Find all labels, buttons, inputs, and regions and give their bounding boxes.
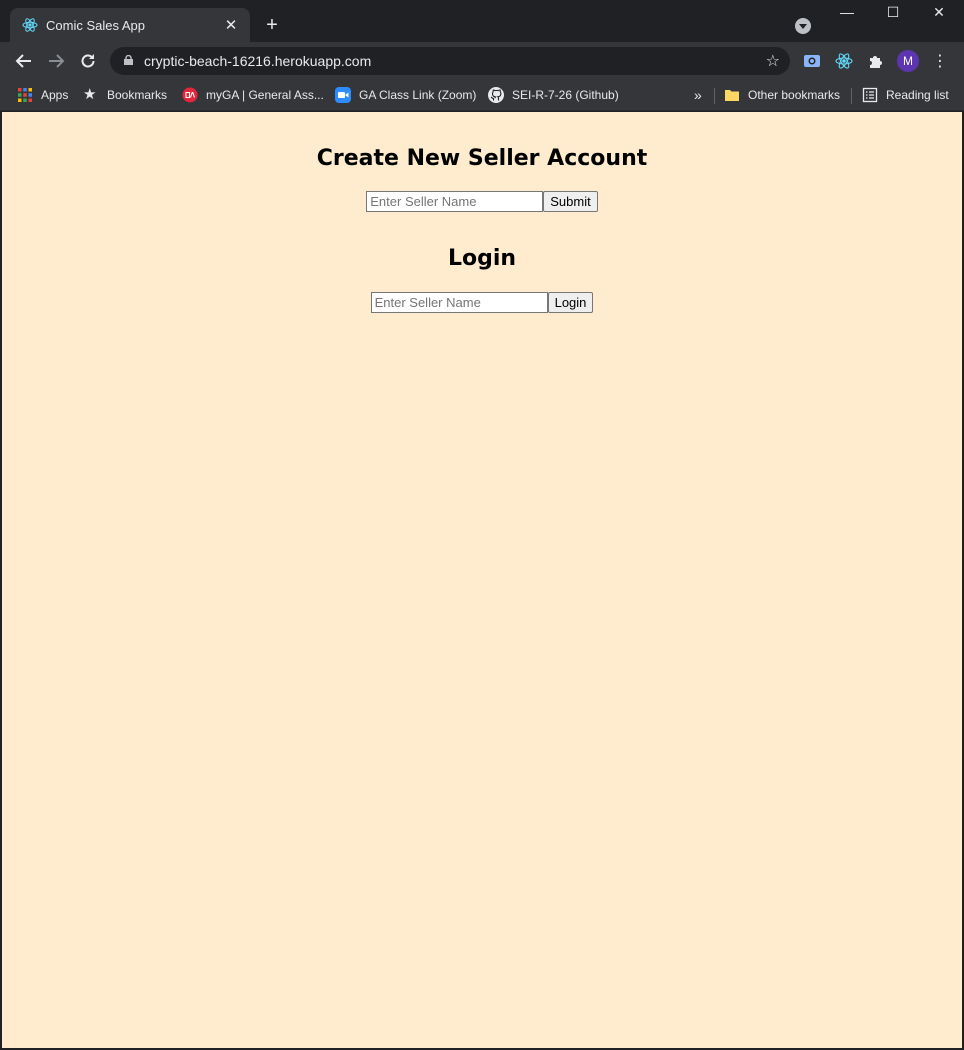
forward-arrow-icon <box>49 54 65 68</box>
folder-icon <box>725 90 739 101</box>
page-content: Create New Seller Account Submit Login L… <box>2 112 962 1048</box>
close-window-button[interactable]: ✕ <box>929 4 949 21</box>
bookmark-bookmarks[interactable]: ★ Bookmarks <box>83 85 167 105</box>
bookmark-myga[interactable]: myGA | General Ass... <box>182 85 324 105</box>
bookmarks-divider <box>851 88 852 104</box>
bookmark-star-icon[interactable]: ☆ <box>766 51 780 71</box>
react-devtools-icon[interactable] <box>834 51 854 71</box>
maximize-button[interactable]: ☐ <box>883 4 903 21</box>
login-heading: Login <box>447 246 517 271</box>
bookmark-label: GA Class Link (Zoom) <box>359 88 477 102</box>
bookmark-github[interactable]: SEI-R-7-26 (Github) <box>488 85 619 105</box>
ga-icon <box>182 87 198 103</box>
bookmark-label: Bookmarks <box>107 88 168 102</box>
bookmarks-overflow-button[interactable]: » <box>694 85 702 105</box>
bookmark-label: Apps <box>41 88 69 102</box>
browser-menu-icon[interactable]: ⋮ <box>932 51 948 71</box>
reload-icon <box>81 54 95 68</box>
bookmark-other[interactable]: Other bookmarks <box>724 85 840 105</box>
forward-button[interactable] <box>45 50 67 72</box>
extensions-puzzle-icon[interactable] <box>866 51 886 71</box>
screencast-extension-icon[interactable] <box>802 51 822 71</box>
profile-avatar[interactable]: M <box>897 50 919 72</box>
login-seller-name-input[interactable] <box>370 292 548 313</box>
create-account-form: Submit <box>2 191 962 212</box>
login-form: Login <box>2 292 962 313</box>
bookmark-label: myGA | General Ass... <box>206 88 324 102</box>
new-tab-button[interactable]: + <box>262 14 282 36</box>
tab-close-icon[interactable]: ✕ <box>222 16 240 34</box>
lock-icon <box>124 55 133 65</box>
bookmarks-bar: Apps ★ Bookmarks myGA | General Ass... G… <box>0 80 964 111</box>
browser-toolbar: cryptic-beach-16216.herokuapp.com ☆ M ⋮ <box>0 42 964 80</box>
bookmark-label: Other bookmarks <box>748 88 841 102</box>
create-account-heading: Create New Seller Account <box>316 146 648 171</box>
github-icon <box>488 87 504 103</box>
apps-grid-icon <box>18 88 32 102</box>
reading-list-button[interactable]: Reading list <box>862 85 949 105</box>
reading-list-label: Reading list <box>886 88 949 102</box>
minimize-button[interactable]: — <box>837 4 857 20</box>
bookmarks-divider <box>714 88 715 104</box>
url-text: cryptic-beach-16216.herokuapp.com <box>144 53 372 69</box>
bookmark-zoom[interactable]: GA Class Link (Zoom) <box>335 85 476 105</box>
bookmark-label: SEI-R-7-26 (Github) <box>512 88 619 102</box>
react-icon <box>22 18 38 32</box>
login-button[interactable]: Login <box>547 292 594 313</box>
bookmark-apps[interactable]: Apps <box>17 85 68 105</box>
submit-button[interactable]: Submit <box>543 191 598 212</box>
browser-tab[interactable]: Comic Sales App ✕ <box>10 8 250 42</box>
tab-title: Comic Sales App <box>46 17 145 33</box>
reload-button[interactable] <box>77 50 99 72</box>
tab-search-icon[interactable] <box>795 18 811 34</box>
star-icon: ★ <box>83 86 97 103</box>
back-arrow-icon <box>15 54 31 68</box>
reading-list-icon <box>862 87 878 103</box>
back-button[interactable] <box>13 50 35 72</box>
zoom-icon <box>335 87 351 103</box>
address-bar[interactable]: cryptic-beach-16216.herokuapp.com ☆ <box>110 47 790 75</box>
browser-titlebar: Comic Sales App ✕ + — ☐ ✕ <box>0 0 964 42</box>
create-seller-name-input[interactable] <box>366 191 544 212</box>
